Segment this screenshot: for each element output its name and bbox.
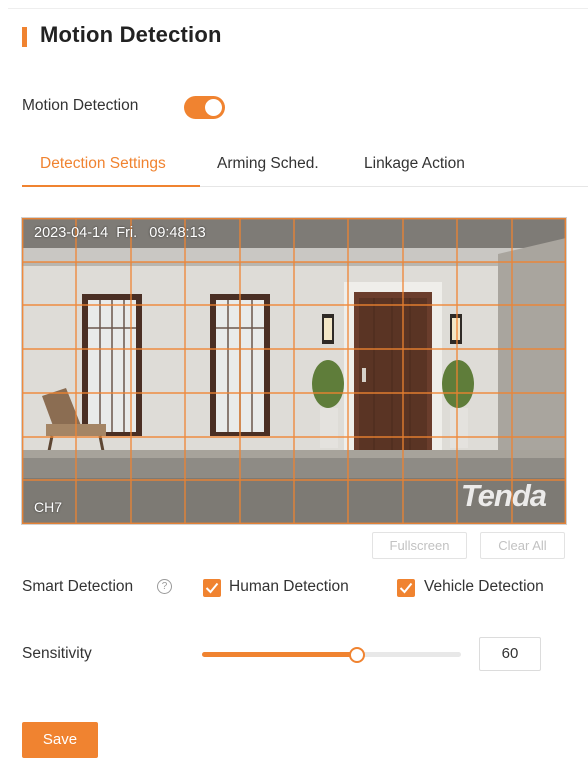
sensitivity-slider-track[interactable] [202, 652, 461, 657]
tab-detection-settings[interactable]: Detection Settings [40, 155, 166, 173]
fullscreen-button[interactable]: Fullscreen [372, 532, 467, 559]
title-accent-bar [22, 27, 27, 47]
vehicle-detection-label: Vehicle Detection [424, 578, 544, 595]
checkmark-icon [205, 582, 219, 594]
checkmark-icon [399, 582, 413, 594]
video-timestamp: 2023-04-14 Fri. 09:48:13 [34, 225, 206, 241]
smart-detection-label: Smart Detection [22, 578, 134, 595]
sensitivity-slider-fill [202, 652, 357, 657]
help-icon[interactable]: ? [157, 579, 172, 594]
top-divider [8, 8, 588, 9]
human-detection-checkbox[interactable] [203, 579, 221, 597]
sensitivity-slider-thumb[interactable] [349, 647, 365, 663]
toggle-knob [205, 99, 222, 116]
active-tab-underline [22, 185, 200, 187]
motion-detection-toggle[interactable] [184, 96, 225, 119]
sensitivity-input[interactable] [479, 637, 541, 671]
save-button[interactable]: Save [22, 722, 98, 758]
brand-watermark: Tenda [460, 478, 547, 513]
human-detection-label: Human Detection [229, 578, 349, 595]
motion-detection-label: Motion Detection [22, 97, 139, 114]
tab-linkage-action[interactable]: Linkage Action [364, 155, 465, 173]
clear-all-button[interactable]: Clear All [480, 532, 565, 559]
tab-arming-schedule[interactable]: Arming Sched. [217, 155, 319, 173]
channel-label: CH7 [34, 499, 63, 515]
camera-preview[interactable]: 2023-04-14 Fri. 09:48:13 CH7 Tenda [21, 217, 567, 525]
vehicle-detection-checkbox[interactable] [397, 579, 415, 597]
sensitivity-label: Sensitivity [22, 645, 92, 662]
page-title: Motion Detection [40, 22, 222, 47]
